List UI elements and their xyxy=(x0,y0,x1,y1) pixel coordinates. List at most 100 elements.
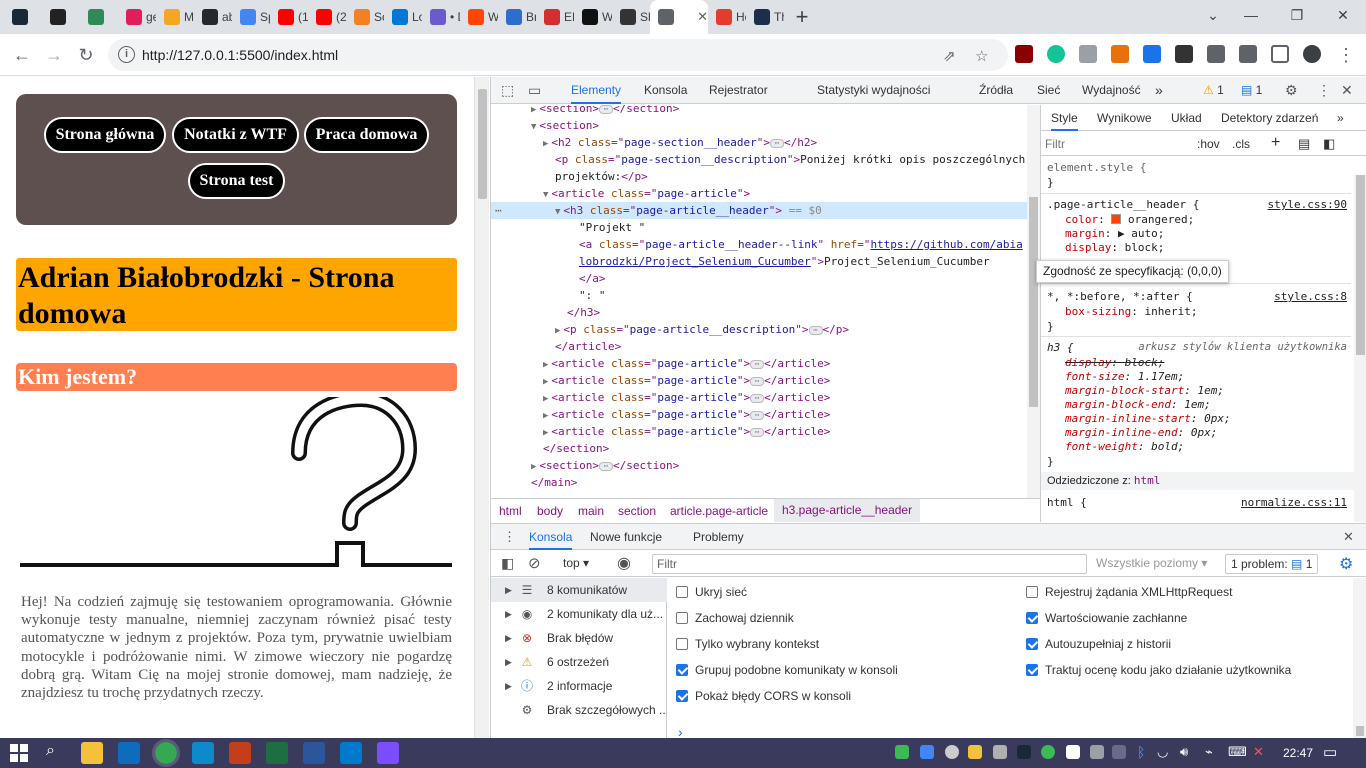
checkbox[interactable] xyxy=(1026,612,1038,624)
console-setting-checkbox[interactable]: Traktuj ocenę kodu jako działanie użytko… xyxy=(1026,663,1291,677)
tab-event-listeners[interactable]: Detektory zdarzeń xyxy=(1221,105,1318,131)
rule1-prop-display[interactable]: display: block; xyxy=(1065,241,1164,255)
breadcrumb-article[interactable]: article.page-article xyxy=(670,504,768,518)
taskbar-chrome-icon[interactable] xyxy=(152,739,180,767)
address-bar[interactable]: i http://127.0.0.1:5500/index.html ⇗ ☆ xyxy=(108,39,1008,71)
rule1-prop-margin[interactable]: margin: ▶ auto; xyxy=(1065,227,1164,241)
tab-recorder[interactable]: Rejestrator xyxy=(709,77,768,104)
rule3-prop[interactable]: font-weight: bold; xyxy=(1065,440,1184,454)
tab-layout[interactable]: Układ xyxy=(1171,105,1202,131)
rule1-prop-color[interactable]: color: orangered; xyxy=(1065,213,1194,227)
node-actions-icon[interactable]: ⋯ xyxy=(495,202,502,219)
collapsed-children-icon[interactable]: ⋯ xyxy=(750,410,765,420)
drawer-tab-whats-new[interactable]: Nowe funkcje xyxy=(590,524,662,550)
browser-tab-active[interactable]: ✕ xyxy=(650,0,708,34)
console-filter-input[interactable]: Filtr xyxy=(652,554,1087,574)
hover-state-toggle[interactable]: :hov xyxy=(1197,137,1220,151)
rule3-prop[interactable]: margin-inline-start: 0px; xyxy=(1065,412,1231,426)
shield-extension-icon[interactable] xyxy=(1079,45,1097,63)
expand-arrow-icon[interactable]: ▶ xyxy=(505,674,512,698)
language-icon[interactable]: ⌨ xyxy=(1228,744,1247,760)
browser-tab[interactable]: Brit xyxy=(498,0,536,34)
minimize-button[interactable]: — xyxy=(1228,0,1274,34)
url-text[interactable]: http://127.0.0.1:5500/index.html xyxy=(142,47,338,63)
console-sidebar-item[interactable]: ▶ ⚠ 6 ostrzeżeń xyxy=(491,650,667,674)
side-panel-icon[interactable] xyxy=(1271,45,1289,63)
tray-app-icon[interactable] xyxy=(993,745,1007,759)
dom-tree-scrollbar-thumb[interactable] xyxy=(1029,197,1038,407)
rule4-source-link[interactable]: normalize.css:11 xyxy=(1241,496,1347,509)
sidebar-toggle-icon[interactable]: ◧ xyxy=(501,555,514,572)
rule3-prop[interactable]: display: block; xyxy=(1065,356,1164,370)
rule1-selector[interactable]: .page-article__header { xyxy=(1047,198,1199,212)
browser-tab[interactable]: WT xyxy=(574,0,612,34)
collapsed-children-icon[interactable]: ⋯ xyxy=(750,427,765,437)
issues-button[interactable]: 1 problem: ▤ 1 xyxy=(1225,554,1319,574)
profile-avatar[interactable] xyxy=(1303,45,1321,63)
expand-triangle-icon[interactable]: ▶ xyxy=(543,428,548,438)
collapsed-children-icon[interactable]: ⋯ xyxy=(750,376,765,386)
class-toggle[interactable]: .cls xyxy=(1232,137,1250,151)
checkbox[interactable] xyxy=(676,612,688,624)
expand-triangle-icon[interactable]: ▼ xyxy=(531,122,536,132)
expand-triangle-icon[interactable]: ▼ xyxy=(555,207,560,217)
tray-app-icon[interactable] xyxy=(945,745,959,759)
grammarly-extension-icon[interactable] xyxy=(1047,45,1065,63)
browser-tab[interactable]: Thu xyxy=(746,0,784,34)
expand-triangle-icon[interactable]: ▶ xyxy=(543,411,548,421)
dom-tree-scrollbar[interactable] xyxy=(1027,105,1040,498)
live-expression-eye-icon[interactable]: ◉ xyxy=(617,553,631,573)
tab-styles[interactable]: Style xyxy=(1051,105,1078,131)
rule1-source-link[interactable]: style.css:90 xyxy=(1268,198,1347,211)
log-levels-dropdown[interactable]: Wszystkie poziomy ▾ xyxy=(1096,556,1207,570)
browser-tab[interactable]: EDU xyxy=(536,0,574,34)
console-scrollbar-thumb[interactable] xyxy=(1356,726,1364,736)
taskbar-outlook-icon[interactable] xyxy=(118,742,140,764)
rule3-prop[interactable]: margin-block-start: 1em; xyxy=(1065,384,1224,398)
expand-triangle-icon[interactable]: ▶ xyxy=(531,462,536,472)
extensions-puzzle-icon[interactable] xyxy=(1207,45,1225,63)
console-setting-checkbox[interactable]: Zachowaj dziennik xyxy=(676,611,794,625)
browser-tab[interactable]: Sho xyxy=(612,0,650,34)
device-toolbar-icon[interactable]: ▭ xyxy=(528,82,541,99)
sc-extension-icon[interactable] xyxy=(1111,45,1129,63)
clear-console-icon[interactable]: ⊘ xyxy=(528,554,541,572)
new-tab-button[interactable]: + xyxy=(784,4,820,30)
taskbar-powerpoint-icon[interactable] xyxy=(229,742,251,764)
expand-triangle-icon[interactable]: ▶ xyxy=(543,377,548,387)
tab-sources[interactable]: Źródła xyxy=(979,77,1013,104)
drawer-tab-issues[interactable]: Problemy xyxy=(693,524,744,550)
download-icon[interactable] xyxy=(1239,45,1257,63)
checkbox[interactable] xyxy=(1026,586,1038,598)
expand-arrow-icon[interactable]: ▶ xyxy=(505,650,512,674)
ublock-extension-icon[interactable] xyxy=(1015,45,1033,63)
expand-triangle-icon[interactable]: ▶ xyxy=(543,394,548,404)
taskbar-word-icon[interactable] xyxy=(303,742,325,764)
search-icon[interactable]: ⌕ xyxy=(46,742,55,760)
new-rule-icon[interactable]: + xyxy=(1271,134,1280,152)
close-window-button[interactable]: ✕ xyxy=(1320,0,1366,34)
rule3-selector[interactable]: h3 { xyxy=(1047,341,1074,355)
tab-performance-insights[interactable]: Statystyki wydajności xyxy=(817,77,930,104)
console-setting-checkbox[interactable]: Tylko wybrany kontekst xyxy=(676,637,819,651)
browser-tab[interactable]: abi xyxy=(194,0,232,34)
console-settings-icon[interactable]: ⚙ xyxy=(1339,554,1353,574)
breadcrumb-h3[interactable]: h3.page-article__header xyxy=(774,499,921,522)
console-sidebar-item[interactable]: ▶ ◉ 2 komunikaty dla uż... xyxy=(491,602,667,626)
expand-arrow-icon[interactable]: ▶ xyxy=(505,626,512,650)
inspect-element-icon[interactable]: ⬚ xyxy=(501,82,514,99)
browser-tab[interactable]: Hor xyxy=(708,0,746,34)
styles-scrollbar[interactable] xyxy=(1354,175,1366,522)
taskbar-edge-icon[interactable] xyxy=(192,742,214,764)
taskbar-app-icon[interactable] xyxy=(377,742,399,764)
share-icon[interactable]: ⇗ xyxy=(943,47,956,65)
back-button[interactable]: ← xyxy=(10,43,34,67)
devtools-close-icon[interactable]: ✕ xyxy=(1341,82,1353,99)
bluetooth-icon[interactable]: ᛒ xyxy=(1137,744,1145,760)
console-sidebar-item[interactable]: ⚙ Brak szczegółowych ... xyxy=(491,698,667,722)
taskbar-excel-icon[interactable] xyxy=(266,742,288,764)
more-tabs-button[interactable]: » xyxy=(1155,77,1163,104)
browser-tab[interactable]: Log xyxy=(384,0,422,34)
tab-performance[interactable]: Wydajność xyxy=(1082,77,1141,104)
chrome-menu-button[interactable]: ⋮ xyxy=(1334,43,1358,67)
